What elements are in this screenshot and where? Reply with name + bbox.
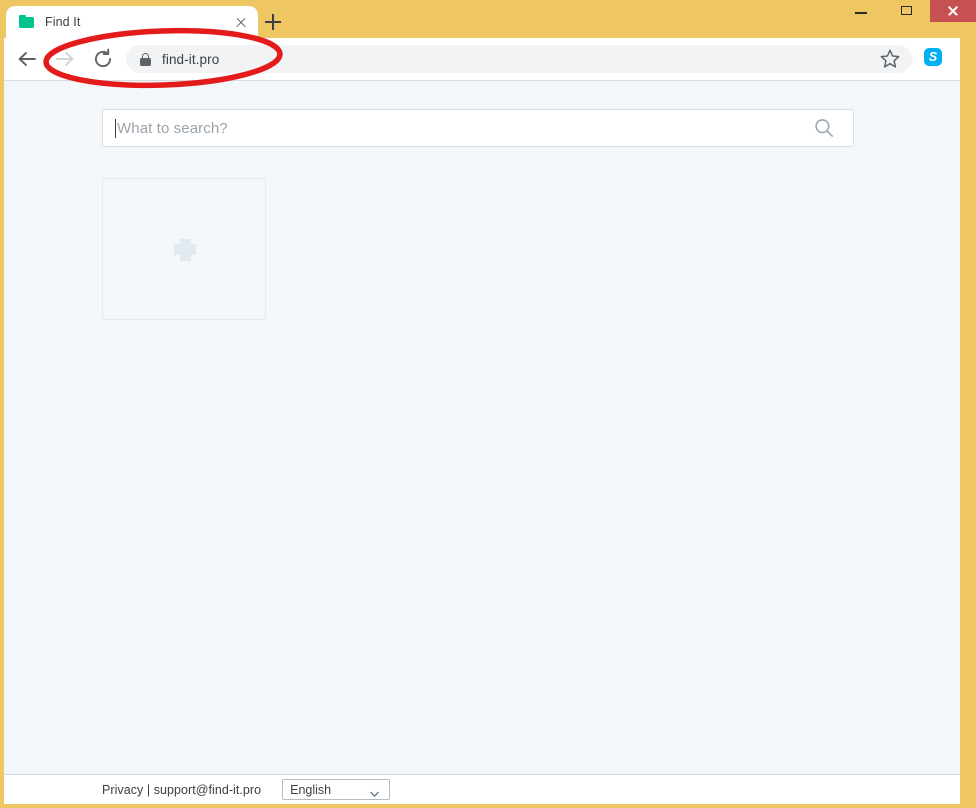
forward-button	[50, 44, 80, 74]
text-caret	[115, 119, 116, 138]
forward-arrow-icon	[56, 52, 74, 66]
language-select[interactable]: English	[282, 779, 391, 800]
reload-button[interactable]	[88, 44, 118, 74]
privacy-link[interactable]: Privacy	[102, 783, 143, 797]
back-arrow-icon	[18, 52, 36, 66]
search-icon[interactable]	[813, 117, 835, 139]
browser-tab[interactable]: Find It	[6, 6, 258, 38]
back-button[interactable]	[12, 44, 42, 74]
support-email-link[interactable]: support@find-it.pro	[154, 783, 261, 797]
skype-icon: S	[924, 48, 942, 66]
browser-toolbar: find-it.pro S	[4, 38, 960, 80]
language-select-value: English	[290, 782, 332, 797]
footer-links: Privacy | support@find-it.pro	[102, 783, 261, 797]
browser-window: Find It find-it.pro S What to search? Pr…	[0, 0, 976, 808]
page-content: What to search? Privacy | support@find-i…	[4, 80, 960, 804]
maximize-button[interactable]	[884, 0, 930, 22]
add-shortcut-tile[interactable]	[102, 178, 266, 320]
folder-favicon-icon	[18, 14, 35, 31]
footer-separator: |	[143, 782, 154, 797]
bookmark-star-icon[interactable]	[878, 47, 902, 71]
lock-icon	[140, 52, 151, 66]
tab-close-icon[interactable]	[232, 13, 250, 31]
minimize-button[interactable]	[838, 0, 884, 22]
new-tab-button[interactable]	[262, 11, 284, 33]
shortcut-tiles	[102, 178, 266, 320]
title-bar: Find It	[0, 0, 976, 38]
skype-extension-button[interactable]: S	[924, 48, 946, 70]
chevron-down-icon	[370, 786, 379, 797]
tab-title: Find It	[45, 15, 81, 29]
reload-icon	[95, 48, 112, 68]
page-footer: Privacy | support@find-it.pro English	[4, 775, 960, 804]
search-input[interactable]: What to search?	[102, 109, 854, 147]
search-placeholder: What to search?	[117, 119, 228, 137]
address-bar-url: find-it.pro	[162, 51, 220, 67]
address-bar[interactable]: find-it.pro	[126, 45, 912, 73]
window-controls	[838, 0, 976, 22]
close-window-button[interactable]	[930, 0, 976, 22]
search-area: What to search?	[102, 109, 854, 147]
page-top-divider	[4, 80, 960, 81]
